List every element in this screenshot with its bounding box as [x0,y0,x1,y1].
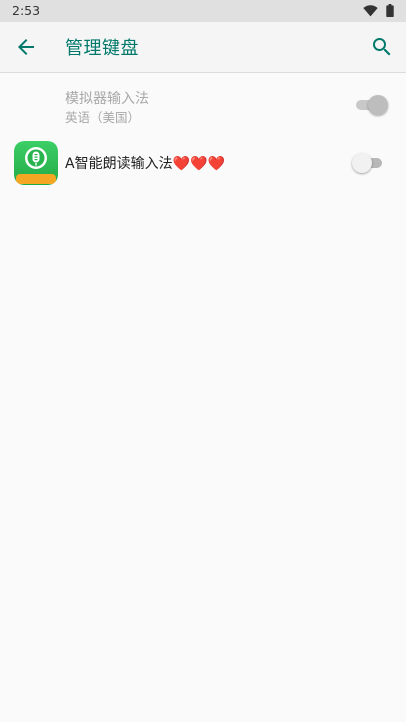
app-icon [14,141,58,185]
search-button[interactable] [370,35,394,59]
microphone-app-icon [14,141,58,185]
wifi-icon [363,4,378,16]
keyboard-item-emulator[interactable]: 模拟器输入法 英语（美国） [0,80,406,130]
search-icon [373,38,391,56]
keyboard-item-smart-reader[interactable]: A智能朗读输入法❤️❤️❤️ [0,138,406,188]
toggle-thumb [368,95,388,115]
status-time: 2:53 [12,3,41,18]
keyboard-summary: 英语（美国） [65,110,141,125]
keyboard-label: A智能朗读输入法❤️❤️❤️ [65,156,225,172]
keyboard-toggle[interactable] [352,151,388,175]
arrow-back-icon [18,39,34,55]
keyboard-label: 模拟器输入法 [65,91,149,107]
status-icons [363,4,394,17]
toggle-thumb [352,153,372,173]
back-button[interactable] [14,35,38,59]
keyboard-toggle[interactable] [352,93,388,117]
app-bar: 管理键盘 [0,22,406,73]
status-bar: 2:53 [0,0,406,22]
battery-icon [386,4,394,17]
page-title: 管理键盘 [65,38,139,59]
